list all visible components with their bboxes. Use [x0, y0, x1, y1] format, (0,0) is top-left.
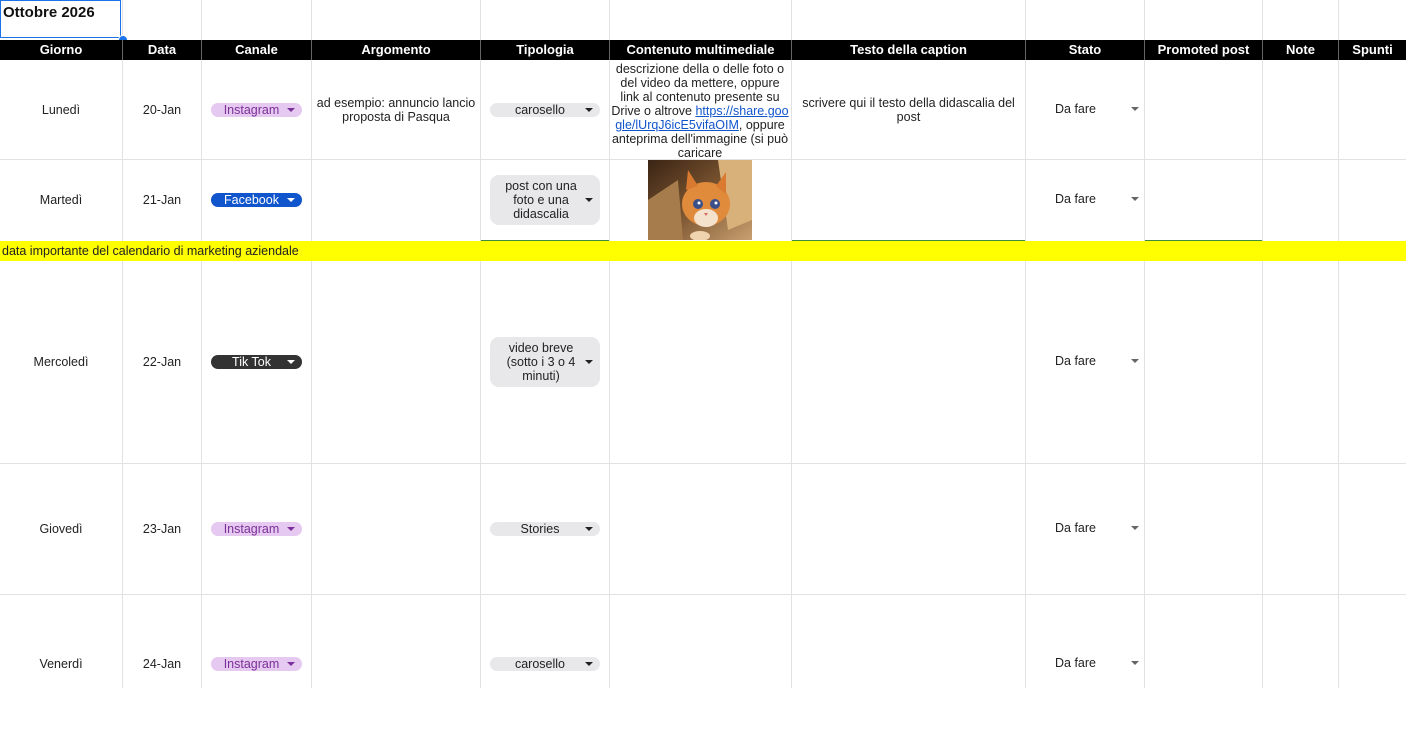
stato-label: Da fare: [1055, 521, 1096, 535]
chip-label: Tik Tok: [232, 355, 271, 369]
cell-data[interactable]: 21-Jan: [123, 160, 201, 240]
header-data[interactable]: Data: [123, 40, 201, 60]
dropdown-caret-icon: [1131, 359, 1139, 363]
stato-dropdown[interactable]: Da fare: [1026, 102, 1144, 116]
dropdown-caret-icon: [287, 108, 295, 112]
dropdown-caret-icon: [1131, 197, 1139, 201]
dropdown-caret-icon: [585, 360, 593, 364]
cell-giorno[interactable]: Mercoledì: [0, 261, 122, 463]
sheet-title: Ottobre 2026: [3, 4, 95, 21]
stato-label: Da fare: [1055, 354, 1096, 368]
tipologia-dropdown-chip[interactable]: carosello: [490, 657, 600, 671]
chip-label: carosello: [514, 657, 566, 671]
tipologia-dropdown-chip[interactable]: carosello: [490, 103, 600, 117]
cell-contenuto[interactable]: descrizione della o delle foto o del vid…: [611, 62, 789, 159]
chip-label: Facebook: [224, 193, 279, 207]
cell-canale[interactable]: Facebook: [202, 160, 311, 240]
header-argomento[interactable]: Argomento: [312, 40, 480, 60]
tipologia-dropdown-chip[interactable]: post con una foto e una didascalia: [490, 175, 600, 225]
dropdown-caret-icon: [287, 662, 295, 666]
cell-tipologia[interactable]: Stories: [481, 464, 609, 594]
header-row: Giorno Data Canale Argomento Tipologia C…: [0, 40, 1406, 60]
kitten-photo: [648, 160, 752, 240]
canale-dropdown-chip[interactable]: Instagram: [211, 522, 302, 536]
dropdown-caret-icon: [287, 198, 295, 202]
cell-argomento[interactable]: ad esempio: annuncio lancio proposta di …: [312, 61, 480, 159]
canale-dropdown-chip[interactable]: Facebook: [211, 193, 302, 207]
dropdown-caret-icon: [585, 108, 593, 112]
header-stato[interactable]: Stato: [1026, 40, 1144, 60]
dropdown-caret-icon: [1131, 526, 1139, 530]
cell-canale[interactable]: Tik Tok: [202, 261, 311, 463]
stato-label: Da fare: [1055, 192, 1096, 206]
cell-data[interactable]: 24-Jan: [123, 595, 201, 733]
highlight-row[interactable]: data importante del calendario di market…: [0, 241, 1406, 261]
stato-label: Da fare: [1055, 102, 1096, 116]
stato-label: Da fare: [1055, 656, 1096, 670]
header-canale[interactable]: Canale: [202, 40, 311, 60]
header-promoted[interactable]: Promoted post: [1145, 40, 1262, 60]
dropdown-caret-icon: [287, 360, 295, 364]
dropdown-caret-icon: [287, 527, 295, 531]
header-spunti[interactable]: Spunti: [1339, 40, 1406, 60]
dropdown-caret-icon: [1131, 107, 1139, 111]
chip-label: carosello: [514, 103, 566, 117]
chip-label: Instagram: [223, 657, 280, 671]
cell-giorno[interactable]: Giovedì: [0, 464, 122, 594]
cell-tipologia[interactable]: post con una foto e una didascalia: [481, 160, 609, 240]
grid-line: [1144, 0, 1145, 688]
cell-tipologia[interactable]: carosello: [481, 595, 609, 733]
chip-label: post con una foto e una didascalia: [505, 179, 577, 221]
dropdown-caret-icon: [585, 527, 593, 531]
cell-canale[interactable]: Instagram: [202, 464, 311, 594]
cell-data[interactable]: 23-Jan: [123, 464, 201, 594]
sheet-title-cell[interactable]: Ottobre 2026: [0, 0, 121, 38]
highlight-text: data importante del calendario di market…: [2, 244, 299, 258]
tipologia-dropdown-chip[interactable]: Stories: [490, 522, 600, 536]
grid-line: [1262, 0, 1263, 688]
chip-label: Instagram: [223, 103, 280, 117]
grid-line: [609, 0, 610, 688]
cell-tipologia[interactable]: carosello: [481, 61, 609, 159]
header-contenuto[interactable]: Contenuto multimediale: [610, 40, 791, 60]
stato-dropdown[interactable]: Da fare: [1026, 192, 1144, 206]
stato-dropdown[interactable]: Da fare: [1026, 656, 1144, 670]
chip-label: video breve (sotto i 3 o 4 minuti): [506, 341, 576, 383]
stato-dropdown[interactable]: Da fare: [1026, 521, 1144, 535]
chip-label: Stories: [520, 522, 560, 536]
cell-tipologia[interactable]: video breve (sotto i 3 o 4 minuti): [481, 261, 609, 463]
header-note[interactable]: Note: [1263, 40, 1338, 60]
cell-giorno[interactable]: Venerdì: [0, 595, 122, 733]
stato-dropdown[interactable]: Da fare: [1026, 354, 1144, 368]
grid-line: [1338, 0, 1339, 688]
header-tipologia[interactable]: Tipologia: [481, 40, 609, 60]
cell-giorno[interactable]: Lunedì: [0, 61, 122, 159]
canale-dropdown-chip[interactable]: Instagram: [211, 657, 302, 671]
header-giorno[interactable]: Giorno: [0, 40, 122, 60]
kitten-image: [648, 160, 752, 240]
cell-data[interactable]: 22-Jan: [123, 261, 201, 463]
canale-dropdown-chip[interactable]: Instagram: [211, 103, 302, 117]
cell-testo[interactable]: scrivere qui il testo della didascalia d…: [792, 61, 1025, 159]
cell-canale[interactable]: Instagram: [202, 595, 311, 733]
tipologia-dropdown-chip[interactable]: video breve (sotto i 3 o 4 minuti): [490, 337, 600, 387]
canale-dropdown-chip[interactable]: Tik Tok: [211, 355, 302, 369]
dropdown-caret-icon: [585, 662, 593, 666]
header-testo[interactable]: Testo della caption: [792, 40, 1025, 60]
cell-data[interactable]: 20-Jan: [123, 61, 201, 159]
dropdown-caret-icon: [585, 198, 593, 202]
cell-canale[interactable]: Instagram: [202, 61, 311, 159]
dropdown-caret-icon: [1131, 661, 1139, 665]
cell-giorno[interactable]: Martedì: [0, 160, 122, 240]
chip-label: Instagram: [223, 522, 280, 536]
